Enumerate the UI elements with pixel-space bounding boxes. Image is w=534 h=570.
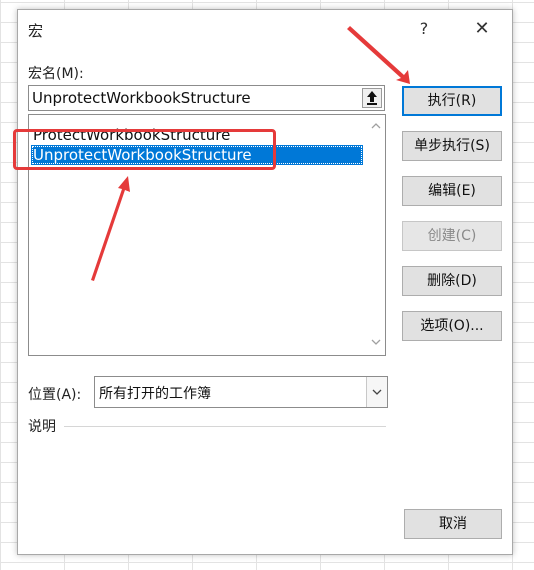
annotation-arrow-to-item [91, 176, 130, 281]
annotation-arrows [91, 26, 410, 281]
annotation-arrow-to-run [347, 26, 410, 84]
